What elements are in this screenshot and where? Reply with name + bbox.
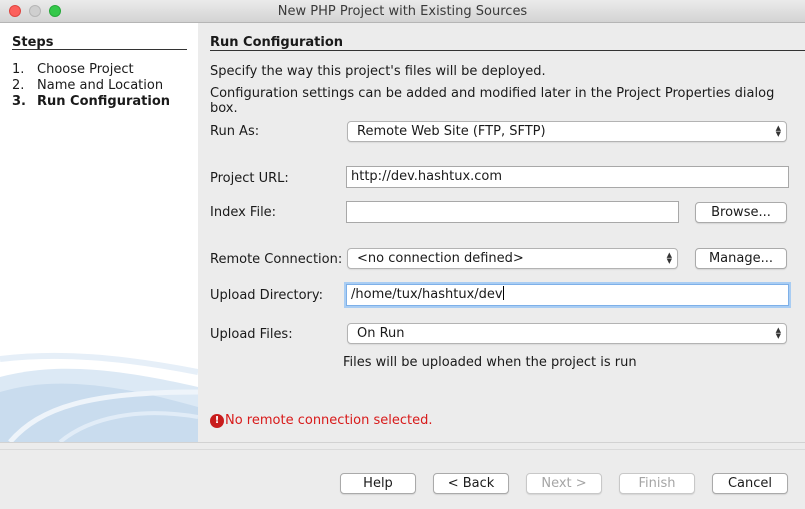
description-line-2: Configuration settings can be added and … (210, 86, 775, 116)
error-icon: ! (210, 413, 224, 428)
select-arrows-icon: ▲ ▼ (775, 326, 781, 340)
remote-connection-value: <no connection defined> (357, 251, 524, 266)
index-file-input[interactable] (346, 201, 679, 223)
description-line-1: Specify the way this project's files wil… (210, 64, 546, 79)
steps-divider (12, 49, 187, 50)
run-configuration-panel: Run Configuration Specify the way this p… (198, 23, 805, 442)
step-choose-project: 1. Choose Project (12, 62, 134, 77)
remote-connection-label: Remote Connection: (210, 252, 343, 267)
finish-button[interactable]: Finish (619, 473, 695, 494)
select-arrows-icon: ▲ ▼ (775, 124, 781, 138)
project-url-input[interactable]: http://dev.hashtux.com (346, 166, 789, 188)
text-caret (502, 286, 504, 300)
upload-files-value: On Run (357, 326, 405, 341)
remote-connection-select[interactable]: <no connection defined> ▲ ▼ (347, 248, 678, 269)
step-label: Run Configuration (37, 94, 171, 109)
upload-directory-value: /home/tux/hashtux/dev (351, 287, 503, 302)
steps-title: Steps (12, 35, 54, 50)
step-number: 2. (12, 78, 25, 93)
upload-files-note: Files will be uploaded when the project … (343, 355, 637, 370)
wizard-swoosh-graphic (0, 352, 198, 442)
step-label: Choose Project (37, 62, 134, 77)
run-as-label: Run As: (210, 124, 260, 139)
step-number: 1. (12, 62, 25, 77)
step-label: Name and Location (37, 78, 164, 93)
manage-button[interactable]: Manage... (695, 248, 787, 269)
step-run-configuration: 3. Run Configuration (12, 94, 170, 109)
next-button[interactable]: Next > (526, 473, 602, 494)
section-title: Run Configuration (210, 35, 344, 50)
title-bar: New PHP Project with Existing Sources (0, 0, 805, 23)
project-url-value: http://dev.hashtux.com (351, 169, 503, 184)
run-as-value: Remote Web Site (FTP, SFTP) (357, 124, 546, 139)
step-number: 3. (12, 94, 26, 109)
upload-files-select[interactable]: On Run ▲ ▼ (347, 323, 787, 344)
window-title: New PHP Project with Existing Sources (277, 4, 528, 19)
section-divider (210, 50, 805, 51)
button-bar-divider (0, 449, 805, 450)
steps-panel: Steps 1. Choose Project 2. Name and Locati… (0, 23, 198, 442)
help-button[interactable]: Help (340, 473, 416, 494)
upload-directory-input[interactable]: /home/tux/hashtux/dev (346, 284, 789, 306)
upload-files-label: Upload Files: (210, 327, 293, 342)
run-as-select[interactable]: Remote Web Site (FTP, SFTP) ▲ ▼ (347, 121, 787, 142)
browse-button[interactable]: Browse... (695, 202, 787, 223)
wizard-button-bar: Help < Back Next > Finish Cancel (0, 442, 805, 509)
index-file-label: Index File: (210, 205, 277, 220)
select-arrows-icon: ▲ ▼ (666, 251, 672, 265)
upload-directory-label: Upload Directory: (210, 288, 324, 303)
project-url-label: Project URL: (210, 171, 289, 186)
error-message-row: ! No remote connection selected. (210, 413, 432, 428)
back-button[interactable]: < Back (433, 473, 509, 494)
error-message: No remote connection selected. (225, 413, 433, 428)
step-name-and-location: 2. Name and Location (12, 78, 163, 93)
cancel-button[interactable]: Cancel (712, 473, 788, 494)
